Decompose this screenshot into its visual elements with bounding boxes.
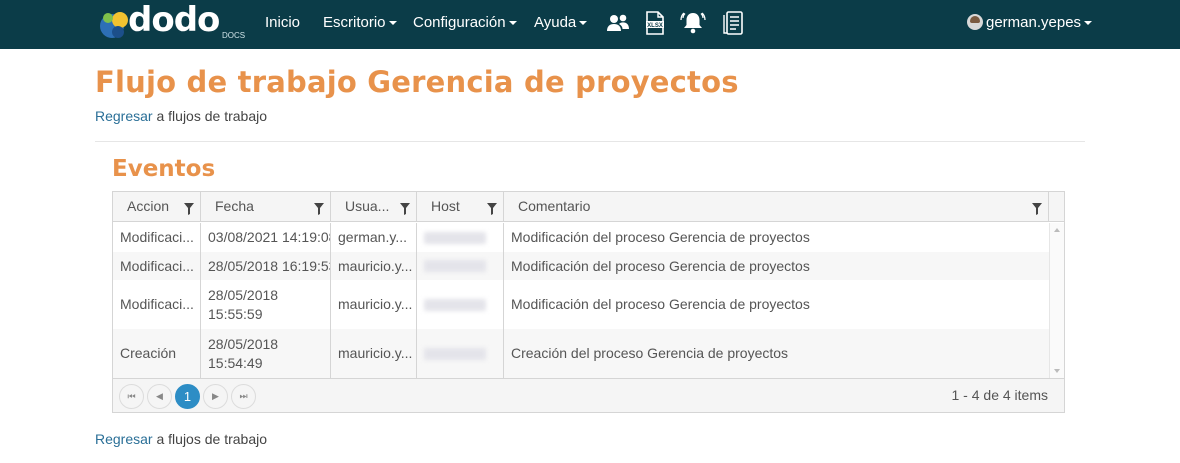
cell-host	[417, 223, 504, 252]
column-header-label: Fecha	[215, 198, 254, 214]
filter-icon[interactable]	[1032, 203, 1042, 215]
cell-accion: Modificaci...	[113, 223, 201, 252]
bell-icon[interactable]	[680, 10, 706, 36]
pager-info: 1 - 4 de 4 items	[951, 387, 1049, 403]
dodo-logo[interactable]: dodo DOCS	[98, 0, 246, 44]
caret-down-icon	[1084, 21, 1093, 26]
grid-header: Accion Fecha Usua... Host Comentario	[113, 192, 1064, 222]
back-link-text: a flujos de trabajo	[152, 108, 267, 124]
table-row[interactable]: Modificaci... 03/08/2021 14:19:08 german…	[113, 223, 1049, 252]
first-page-icon[interactable]: ⏮	[119, 384, 144, 409]
caret-down-icon	[508, 21, 517, 26]
redacted-host	[424, 298, 486, 311]
back-link-text: a flujos de trabajo	[152, 431, 267, 447]
cell-fecha: 28/05/2018 15:55:59	[201, 280, 331, 329]
xlsx-file-icon[interactable]: XLSX	[642, 10, 668, 36]
section-title-eventos: Eventos	[112, 156, 216, 182]
nav-configuracion-label: Configuración	[413, 14, 506, 31]
cell-usuario: german.y...	[331, 223, 417, 252]
column-header-label: Comentario	[518, 198, 591, 214]
cell-accion: Modificaci...	[113, 280, 201, 329]
events-grid: Accion Fecha Usua... Host Comentario Mod…	[112, 191, 1065, 413]
cell-host	[417, 280, 504, 329]
next-page-icon[interactable]: ▶	[203, 384, 228, 409]
nav-escritorio-label: Escritorio	[323, 14, 386, 31]
prev-page-icon[interactable]: ◀	[147, 384, 172, 409]
user-name: german.yepes	[986, 14, 1082, 31]
redacted-host	[424, 231, 486, 244]
caret-down-icon	[388, 21, 397, 26]
cell-comentario: Modificación del proceso Gerencia de pro…	[511, 229, 810, 245]
filter-icon[interactable]	[314, 203, 324, 215]
cell-comentario: Modificación del proceso Gerencia de pro…	[511, 257, 810, 274]
cell-accion: Creación	[113, 329, 201, 378]
back-link-bottom: Regresar a flujos de trabajo	[95, 431, 267, 447]
cell-usuario: mauricio.y...	[331, 252, 417, 280]
column-header-label: Host	[431, 198, 460, 214]
nav-inicio-label: Inicio	[265, 14, 301, 31]
nav-escritorio[interactable]: Escritorio	[323, 14, 397, 31]
column-header-usuario[interactable]: Usua...	[331, 192, 417, 222]
logo-text: dodo	[128, 0, 220, 40]
redacted-host	[424, 347, 486, 360]
nav-ayuda[interactable]: Ayuda	[534, 14, 588, 31]
nav-ayuda-label: Ayuda	[534, 14, 577, 31]
back-link-regresar[interactable]: Regresar	[95, 431, 153, 447]
column-header-fecha[interactable]: Fecha	[201, 192, 331, 222]
cell-comentario: Modificación del proceso Gerencia de pro…	[511, 296, 810, 312]
cell-fecha: 28/05/2018 16:19:53	[201, 252, 331, 280]
column-header-label: Accion	[127, 198, 170, 214]
svg-text:XLSX: XLSX	[647, 23, 663, 29]
filter-icon[interactable]	[400, 203, 410, 215]
last-page-icon[interactable]: ⏭	[231, 384, 256, 409]
table-row[interactable]: Creación 28/05/2018 15:54:49 mauricio.y.…	[113, 329, 1049, 378]
divider	[95, 141, 1085, 142]
page-title: Flujo de trabajo Gerencia de proyectos	[95, 65, 739, 99]
logo-subtext: DOCS	[222, 31, 246, 40]
document-list-icon[interactable]	[721, 10, 747, 36]
cell-comentario: Creación del proceso Gerencia de proyect…	[511, 345, 789, 361]
scroll-up-arrow-icon[interactable]	[1054, 228, 1060, 232]
cell-host	[417, 252, 504, 280]
cell-fecha: 28/05/2018 15:54:49	[201, 329, 331, 378]
redacted-host	[424, 260, 486, 272]
column-header-comentario[interactable]: Comentario	[504, 192, 1049, 222]
avatar	[967, 14, 983, 30]
cell-usuario: mauricio.y...	[331, 329, 417, 378]
cell-host	[417, 329, 504, 378]
scroll-down-arrow-icon[interactable]	[1054, 369, 1060, 373]
grid-pager: ⏮ ◀ 1 ▶ ⏭ 1 - 4 de 4 items	[113, 378, 1064, 412]
back-link-regresar[interactable]: Regresar	[95, 108, 153, 124]
cell-accion: Modificaci...	[113, 252, 201, 280]
filter-icon[interactable]	[487, 203, 497, 215]
nav-configuracion[interactable]: Configuración	[413, 14, 517, 31]
nav-inicio[interactable]: Inicio	[265, 14, 300, 31]
column-header-label: Usua...	[345, 198, 390, 214]
caret-down-icon	[579, 21, 588, 26]
column-header-host[interactable]: Host	[417, 192, 504, 222]
page-button-current[interactable]: 1	[175, 384, 200, 409]
vertical-scrollbar[interactable]	[1049, 223, 1064, 378]
back-link-top: Regresar a flujos de trabajo	[95, 108, 267, 124]
user-menu[interactable]: german.yepes	[967, 14, 1093, 31]
cell-usuario: mauricio.y...	[331, 280, 417, 329]
filter-icon[interactable]	[184, 203, 194, 215]
table-row[interactable]: Modificaci... 28/05/2018 16:19:53 mauric…	[113, 252, 1049, 280]
users-icon[interactable]	[605, 10, 631, 36]
cell-fecha: 03/08/2021 14:19:08	[201, 223, 331, 252]
top-navbar: dodo DOCS Inicio Escritorio Configuració…	[0, 0, 1180, 49]
column-header-accion[interactable]: Accion	[113, 192, 201, 222]
table-row[interactable]: Modificaci... 28/05/2018 15:55:59 mauric…	[113, 280, 1049, 329]
